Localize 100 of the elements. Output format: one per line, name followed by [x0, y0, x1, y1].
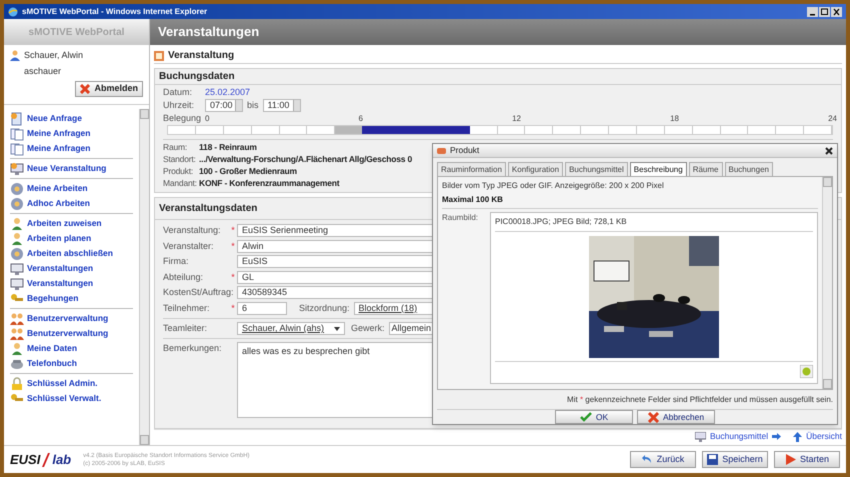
menu-item[interactable]: Meine Daten: [10, 341, 133, 356]
menu-item[interactable]: Arbeiten zuweisen: [10, 216, 133, 231]
footer-button[interactable]: Zurück: [630, 451, 696, 468]
field-label: Bemerkungen:: [163, 342, 223, 355]
required-mark: *: [230, 240, 236, 252]
monitor-icon: [694, 432, 706, 442]
detail-value: .../Verwaltung-Forschung/A.Flächenart Allg/Geschoss 0: [199, 154, 412, 165]
field-label: Veranstaltung:: [163, 224, 222, 237]
tab[interactable]: Buchungsmittel: [565, 162, 628, 176]
menu-item[interactable]: Adhoc Arbeiten: [10, 196, 133, 211]
panel-title: Veranstaltung: [168, 49, 234, 63]
monitor-icon: [10, 262, 24, 276]
tick-label: 24: [828, 113, 837, 124]
close-icon: [648, 412, 659, 422]
person-icon: [10, 342, 24, 356]
detail-value: KONF - Konferenzraummanagement: [199, 178, 340, 189]
menu-item[interactable]: Veranstaltungen: [10, 276, 133, 291]
lock-icon: [10, 376, 24, 390]
dialog-button[interactable]: Abbrechen: [637, 410, 715, 424]
detail-label: Mandant:: [163, 178, 198, 189]
documents-icon: [10, 142, 24, 156]
gear-icon: [10, 182, 24, 196]
menu-item[interactable]: Begehungen: [10, 291, 133, 306]
footer-button[interactable]: Starten: [774, 451, 840, 468]
tab[interactable]: Buchungen: [724, 162, 773, 176]
tab[interactable]: Rauminformation: [437, 162, 506, 176]
check-icon: [580, 412, 592, 422]
gear-icon: [10, 196, 24, 210]
menu-item[interactable]: Meine Anfragen: [10, 126, 133, 141]
menu-item[interactable]: Telefonbuch: [10, 356, 133, 371]
close-icon[interactable]: [831, 6, 842, 16]
menu-item[interactable]: Schlüssel Verwalt.: [10, 391, 133, 406]
close-icon: [80, 84, 90, 94]
time-spinner[interactable]: 11:00: [262, 99, 301, 112]
tab[interactable]: Räume: [688, 162, 722, 176]
menu-item[interactable]: Veranstaltungen: [10, 261, 133, 276]
detail-value: 118 - Reinraum: [199, 142, 257, 153]
dialog-title: Produkt: [450, 144, 480, 157]
text-field[interactable]: 6: [237, 302, 287, 315]
info-text: Bilder vom Typ JPEG oder GIF. Anzeigegröße: 200 x 200 Pixel: [442, 180, 665, 192]
tab[interactable]: Beschreibung: [630, 162, 687, 176]
menu-item[interactable]: Meine Arbeiten: [10, 181, 133, 196]
menu-item[interactable]: Benutzerverwaltung: [10, 311, 133, 326]
gear-icon: [10, 246, 24, 260]
time-separator: bis: [247, 100, 259, 111]
monitor-icon: [10, 162, 24, 176]
field-label: Teilnehmer:: [163, 302, 211, 314]
date-link[interactable]: 25.02.2007: [205, 87, 250, 98]
documents-icon: [10, 126, 24, 140]
minimize-icon[interactable]: [807, 6, 818, 16]
required-mark: *: [230, 302, 236, 314]
detail-label: Produkt:: [163, 166, 194, 177]
scrollbar[interactable]: [822, 177, 832, 390]
required-mark: *: [230, 270, 236, 284]
detail-label: Standort:: [163, 154, 197, 165]
form-icon: [154, 50, 164, 60]
tab[interactable]: Konfiguration: [508, 162, 564, 176]
menu-item[interactable]: Neue Anfrage: [10, 111, 133, 126]
nav-link[interactable]: Buchungsmittel: [694, 430, 782, 443]
field-label: Firma:: [163, 255, 190, 268]
field-label: Teamleiter:: [163, 322, 208, 335]
field-label: Sitzordnung:: [299, 302, 350, 315]
required-mark: *: [230, 224, 236, 237]
tick-label: 12: [512, 113, 521, 124]
caret-icon: [334, 326, 340, 331]
scrollbar[interactable]: [139, 109, 149, 445]
page-title: Veranstaltungen: [158, 23, 260, 42]
section-heading: Buchungsdaten: [155, 69, 841, 85]
floppy-icon: [707, 454, 718, 465]
close-icon[interactable]: [825, 146, 833, 154]
maximize-icon[interactable]: [819, 6, 830, 16]
dialog-button[interactable]: OK: [555, 410, 633, 424]
app-title: sMOTIVE WebPortal: [28, 26, 124, 40]
menu-item[interactable]: Schlüssel Admin.: [10, 376, 133, 391]
menu-item[interactable]: Arbeiten abschließen: [10, 246, 133, 261]
logout-button[interactable]: Abmelden: [75, 81, 143, 97]
detail-label: Raum:: [163, 142, 188, 153]
users-icon: [10, 312, 24, 326]
footer-button[interactable]: Speichern: [702, 451, 768, 468]
dropdown[interactable]: Schauer, Alwin (ahs): [237, 322, 345, 336]
menu-item[interactable]: Neue Veranstaltung: [10, 161, 133, 176]
field-label: Datum:: [163, 87, 194, 98]
max-size-text: Maximal 100 KB: [442, 194, 818, 209]
time-spinner[interactable]: 07:00: [205, 99, 243, 112]
monitor-icon: [10, 276, 24, 290]
user-icon: [10, 50, 20, 62]
field-label: Gewerk:: [351, 322, 385, 335]
person-icon: [10, 216, 24, 230]
arrow-icon: [772, 433, 782, 440]
menu-item[interactable]: Benutzerverwaltung: [10, 326, 133, 341]
tick-label: 18: [670, 113, 679, 124]
play-icon: [784, 454, 796, 465]
menu-item[interactable]: Meine Anfragen: [10, 141, 133, 156]
window-title: sMOTIVE WebPortal - Windows Internet Explorer: [22, 6, 208, 18]
nav-link[interactable]: Übersicht: [793, 430, 842, 443]
field-label: Veranstalter:: [163, 240, 215, 252]
menu-item[interactable]: Arbeiten planen: [10, 231, 133, 246]
field-label: Uhrzeit:: [163, 100, 196, 111]
user-name: Schauer, Alwin: [24, 49, 84, 62]
users-icon: [10, 326, 24, 340]
